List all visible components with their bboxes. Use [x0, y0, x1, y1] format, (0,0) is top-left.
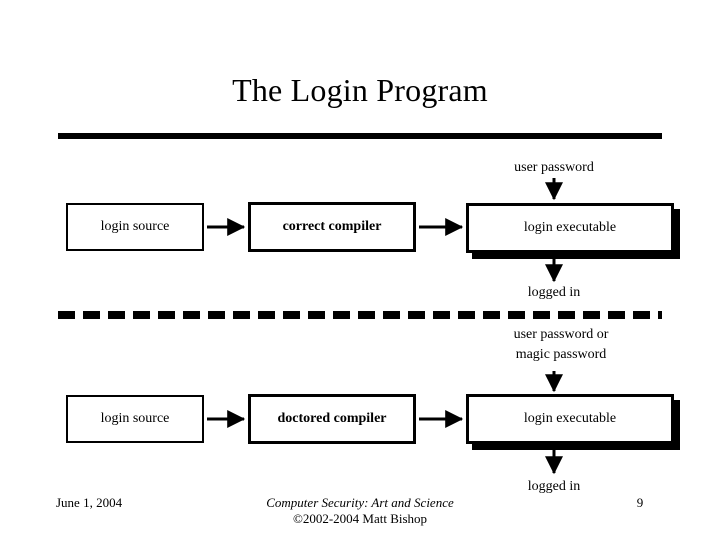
top-correct-compiler-box: correct compiler [248, 202, 416, 252]
footer-book-title: Computer Security: Art and Science [266, 495, 454, 510]
bottom-login-source-label: login source [100, 411, 170, 426]
bottom-password-label: user password or magic password [513, 327, 609, 363]
footer-attribution: Computer Security: Art and Science ©2002… [160, 495, 560, 528]
top-login-executable-face: login executable [466, 203, 674, 253]
top-correct-compiler-label: correct compiler [282, 219, 382, 234]
title-divider [58, 133, 662, 139]
bottom-doctored-compiler-label: doctored compiler [277, 411, 387, 426]
top-login-source-label: login source [100, 219, 170, 234]
bottom-doctored-compiler-box: doctored compiler [248, 394, 416, 444]
footer-copyright: ©2002-2004 Matt Bishop [292, 511, 428, 527]
top-login-executable-label: login executable [523, 220, 617, 235]
footer-page-number: 9 [636, 495, 644, 510]
top-user-password-label: user password [514, 160, 594, 175]
section-divider-dashed [58, 311, 662, 319]
bottom-login-executable-face: login executable [466, 394, 674, 444]
page-title: The Login Program [232, 72, 488, 108]
bottom-login-executable-label: login executable [523, 411, 617, 426]
footer-date: June 1, 2004 [56, 495, 123, 510]
slide: The Login Program user password login so… [0, 0, 720, 540]
bottom-login-executable-box: login executable [466, 394, 680, 450]
top-logged-in-label: logged in [527, 285, 581, 300]
bottom-login-source-box: login source [66, 395, 204, 443]
top-login-executable-box: login executable [466, 203, 680, 259]
top-login-source-box: login source [66, 203, 204, 251]
